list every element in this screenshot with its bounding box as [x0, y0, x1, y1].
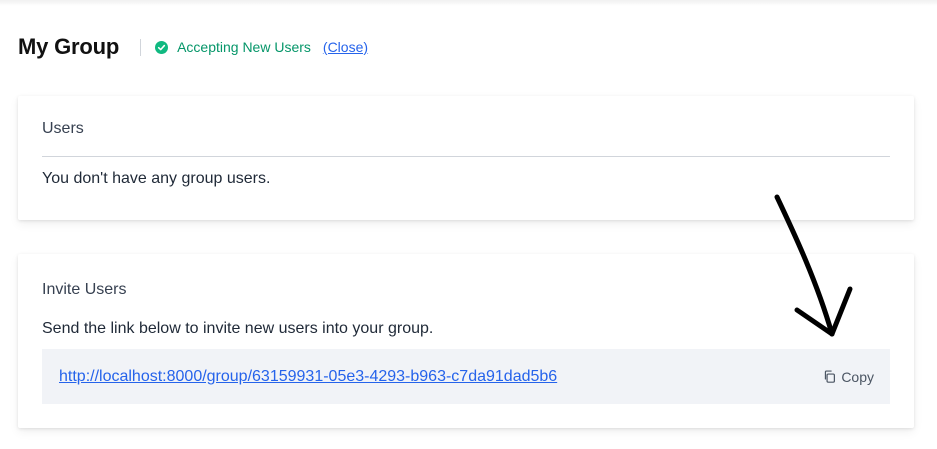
status-text: Accepting New Users — [177, 39, 311, 55]
hand-drawn-arrow-icon — [774, 194, 853, 337]
users-empty-message: You don't have any group users. — [42, 170, 271, 187]
page-header: My Group Accepting New Users (Close) — [18, 30, 368, 64]
close-link[interactable]: (Close) — [323, 39, 368, 55]
users-card-title: Users — [42, 120, 84, 137]
users-divider — [42, 156, 890, 157]
invite-description: Send the link below to invite new users … — [42, 320, 434, 337]
copy-icon — [823, 370, 836, 383]
header-divider — [140, 38, 142, 56]
copy-label: Copy — [841, 368, 874, 385]
invite-link-box: http://localhost:8000/group/63159931-05e… — [42, 349, 890, 404]
top-shadow — [0, 0, 937, 6]
page-title: My Group — [18, 34, 120, 59]
invite-link[interactable]: http://localhost:8000/group/63159931-05e… — [59, 368, 557, 386]
check-circle-icon — [155, 40, 169, 54]
invite-card-title: Invite Users — [42, 281, 127, 298]
copy-button[interactable]: Copy — [823, 369, 874, 385]
